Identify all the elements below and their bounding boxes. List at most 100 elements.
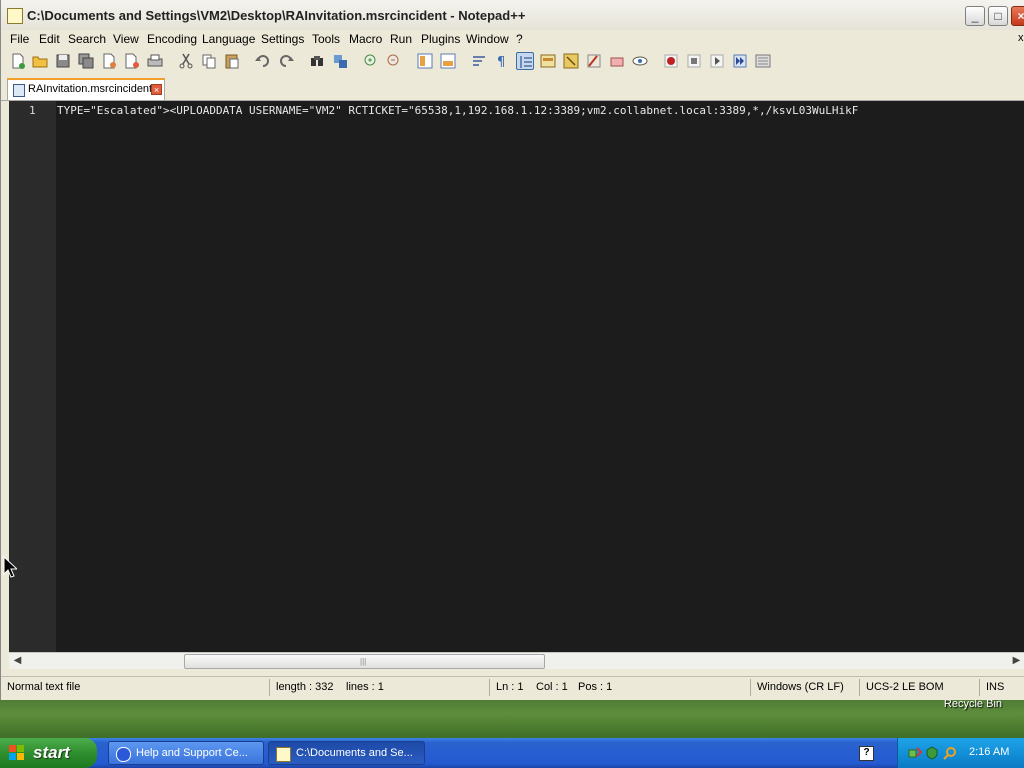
close-all-icon[interactable] [123, 52, 141, 70]
task-label: Help and Support Ce... [136, 747, 248, 759]
taskbar-notepad[interactable]: C:\Documents and Se... [268, 741, 425, 765]
menu-help[interactable]: ? [516, 32, 523, 46]
help-icon [116, 747, 131, 762]
clock[interactable]: 2:16 AM [969, 746, 1009, 758]
status-insert-mode: INS [986, 681, 1005, 693]
title-bar[interactable]: C:\Documents and Settings\VM2\Desktop\RA… [1, 0, 1024, 30]
menu-bar: File Edit Search View Encoding Language … [1, 30, 1024, 48]
menu-settings[interactable]: Settings [261, 32, 304, 46]
menu-encoding[interactable]: Encoding [147, 32, 197, 46]
sync-horizontal-icon[interactable] [439, 52, 457, 70]
status-ln: Ln : 1 [496, 681, 524, 693]
show-all-chars-icon[interactable]: ¶ [493, 52, 511, 70]
status-file-type: Normal text file [7, 681, 81, 693]
play-macro-icon[interactable] [708, 52, 726, 70]
menu-macro[interactable]: Macro [349, 32, 382, 46]
print-icon[interactable] [146, 52, 164, 70]
tab-rainvitation[interactable]: RAInvitation.msrcincident × [7, 78, 165, 100]
save-macro-icon[interactable] [754, 52, 772, 70]
indent-guide-icon[interactable] [516, 52, 534, 70]
status-separator [859, 679, 860, 696]
zoom-out-icon[interactable] [385, 52, 403, 70]
security-center-icon[interactable] [925, 746, 939, 760]
help-tray-icon[interactable]: ? [859, 746, 874, 761]
folder-workspace-icon[interactable] [608, 52, 626, 70]
task-label: C:\Documents and Se... [296, 747, 413, 759]
horizontal-scrollbar[interactable]: ◀ ||| ▶ [9, 652, 1024, 669]
start-label: start [33, 743, 70, 762]
text-editor[interactable]: 1 TYPE="Escalated"><UPLOADDATA USERNAME=… [9, 101, 1024, 652]
notepad-app-icon[interactable] [7, 8, 23, 24]
document-icon [13, 84, 25, 97]
svg-text:¶: ¶ [497, 55, 505, 70]
stop-macro-icon[interactable] [685, 52, 703, 70]
status-eol: Windows (CR LF) [757, 681, 844, 693]
line-number: 1 [29, 104, 36, 117]
menu-window[interactable]: Window [466, 32, 509, 46]
minimize-button[interactable]: _ [965, 6, 985, 26]
menu-edit[interactable]: Edit [39, 32, 60, 46]
document-tab-bar: RAInvitation.msrcincident × [1, 76, 1024, 101]
save-icon[interactable] [54, 52, 72, 70]
scrollbar-grip-icon: ||| [360, 657, 367, 666]
status-separator [269, 679, 270, 696]
scroll-left-arrow-icon[interactable]: ◀ [10, 654, 25, 668]
monitoring-icon[interactable] [631, 52, 649, 70]
status-encoding: UCS-2 LE BOM [866, 681, 944, 693]
menu-view[interactable]: View [113, 32, 139, 46]
start-button[interactable]: start [0, 738, 97, 768]
status-bar: Normal text file length : 332 lines : 1 … [1, 676, 1024, 699]
save-all-icon[interactable] [77, 52, 95, 70]
close-window-button[interactable]: × [1011, 6, 1024, 26]
doc-map-icon[interactable] [562, 52, 580, 70]
window-title: C:\Documents and Settings\VM2\Desktop\RA… [27, 8, 526, 23]
tab-label: RAInvitation.msrcincident [28, 83, 153, 95]
zoom-in-icon[interactable] [362, 52, 380, 70]
scrollbar-thumb[interactable]: ||| [184, 654, 545, 669]
maximize-button[interactable]: □ [988, 6, 1008, 26]
mouse-cursor-icon [3, 556, 17, 578]
status-separator [489, 679, 490, 696]
word-wrap-icon[interactable] [470, 52, 488, 70]
redo-icon[interactable] [277, 52, 295, 70]
status-col: Col : 1 [536, 681, 568, 693]
system-tray: 2:16 AM [897, 738, 1024, 768]
undo-icon[interactable] [254, 52, 272, 70]
desktop-background [0, 698, 1024, 738]
sync-vertical-icon[interactable] [416, 52, 434, 70]
scroll-right-arrow-icon[interactable]: ▶ [1009, 654, 1024, 668]
menu-file[interactable]: File [10, 32, 29, 46]
run-macro-multiple-icon[interactable] [731, 52, 749, 70]
cut-icon[interactable] [177, 52, 195, 70]
record-macro-icon[interactable] [662, 52, 680, 70]
find-icon[interactable] [308, 52, 326, 70]
function-list-icon[interactable] [585, 52, 603, 70]
taskbar: start Help and Support Ce... C:\Document… [0, 738, 1024, 768]
tab-close-icon[interactable]: × [151, 84, 162, 95]
menu-search[interactable]: Search [68, 32, 106, 46]
menu-tools[interactable]: Tools [312, 32, 340, 46]
toolbar: ¶ [1, 49, 1024, 75]
close-icon[interactable] [100, 52, 118, 70]
new-file-icon[interactable] [9, 52, 27, 70]
status-pos: Pos : 1 [578, 681, 613, 693]
taskbar-help-and-support[interactable]: Help and Support Ce... [108, 741, 264, 765]
search-icon[interactable] [943, 746, 957, 760]
copy-icon[interactable] [200, 52, 218, 70]
menu-run[interactable]: Run [390, 32, 412, 46]
paste-icon[interactable] [223, 52, 241, 70]
user-language-icon[interactable] [539, 52, 557, 70]
close-document-x[interactable]: x [1018, 32, 1024, 44]
status-separator [979, 679, 980, 696]
replace-icon[interactable] [331, 52, 349, 70]
status-lines: lines : 1 [346, 681, 384, 693]
menu-language[interactable]: Language [202, 32, 255, 46]
network-icon[interactable] [908, 746, 922, 760]
status-separator [750, 679, 751, 696]
notepad-plus-plus-window: C:\Documents and Settings\VM2\Desktop\RA… [0, 0, 1024, 700]
notepad-icon [276, 747, 291, 762]
editor-line[interactable]: TYPE="Escalated"><UPLOADDATA USERNAME="V… [57, 104, 858, 117]
open-file-icon[interactable] [31, 52, 49, 70]
windows-logo-icon [9, 745, 24, 760]
menu-plugins[interactable]: Plugins [421, 32, 460, 46]
